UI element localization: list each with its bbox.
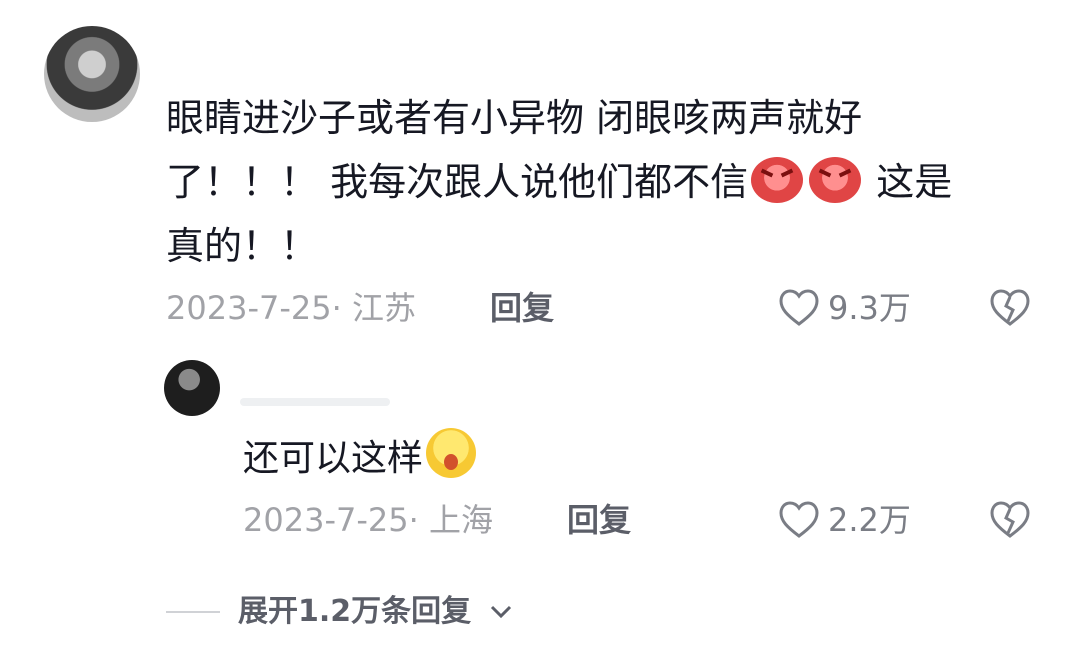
comment-line-2-tail: 这是 [876,160,953,204]
comment-body: 眼睛进沙子或者有小异物 闭眼咳两声就好 了！！！ 我每次跟人说他们都不信 这是 … [166,86,1006,278]
divider-line [166,611,220,613]
commenter-avatar[interactable] [44,26,140,122]
like-button[interactable]: 9.3万 [778,288,911,328]
expand-replies-label: 展开1.2万条回复 [238,594,472,629]
reply-text: 还可以这样 [243,438,424,479]
like-count: 9.3万 [828,289,911,327]
surprised-emoji-icon [426,428,477,478]
reply-like-count: 2.2万 [828,501,911,539]
chevron-down-icon [491,605,512,619]
comment-meta: 2023-7-25· 江苏 回复 9.3万 [166,288,1046,328]
replier-name [240,398,390,406]
angry-emoji-icon [809,157,862,203]
comment-line-1: 眼睛进沙子或者有小异物 闭眼咳两声就好 [166,96,863,140]
comment-line-3: 真的！！ [166,224,319,268]
reply-body: 还可以这样 [243,428,479,486]
comment-line-2-text: 了！！！ 我每次跟人说他们都不信 [166,160,749,204]
reply-date-location: 2023-7-25· 上海 [243,501,493,539]
reply-reply-button[interactable]: 回复 [567,500,631,540]
reply-meta: 2023-7-25· 上海 回复 2.2万 [243,500,1046,540]
replier-avatar[interactable] [164,360,220,416]
reply-like-button[interactable]: 2.2万 [778,500,911,540]
expand-replies-button[interactable]: 展开1.2万条回复 [166,592,513,632]
comment-date-location: 2023-7-25· 江苏 [166,289,416,327]
broken-heart-icon[interactable] [988,500,1032,540]
heart-icon [779,501,819,538]
comment-line-2: 了！！！ 我每次跟人说他们都不信 这是 [166,150,1006,214]
angry-emoji-icon [751,157,804,203]
broken-heart-icon[interactable] [988,288,1032,328]
reply-button[interactable]: 回复 [490,288,554,328]
heart-icon [779,289,819,326]
comment-thread: 眼睛进沙子或者有小异物 闭眼咳两声就好 了！！！ 我每次跟人说他们都不信 这是 … [0,0,1080,657]
